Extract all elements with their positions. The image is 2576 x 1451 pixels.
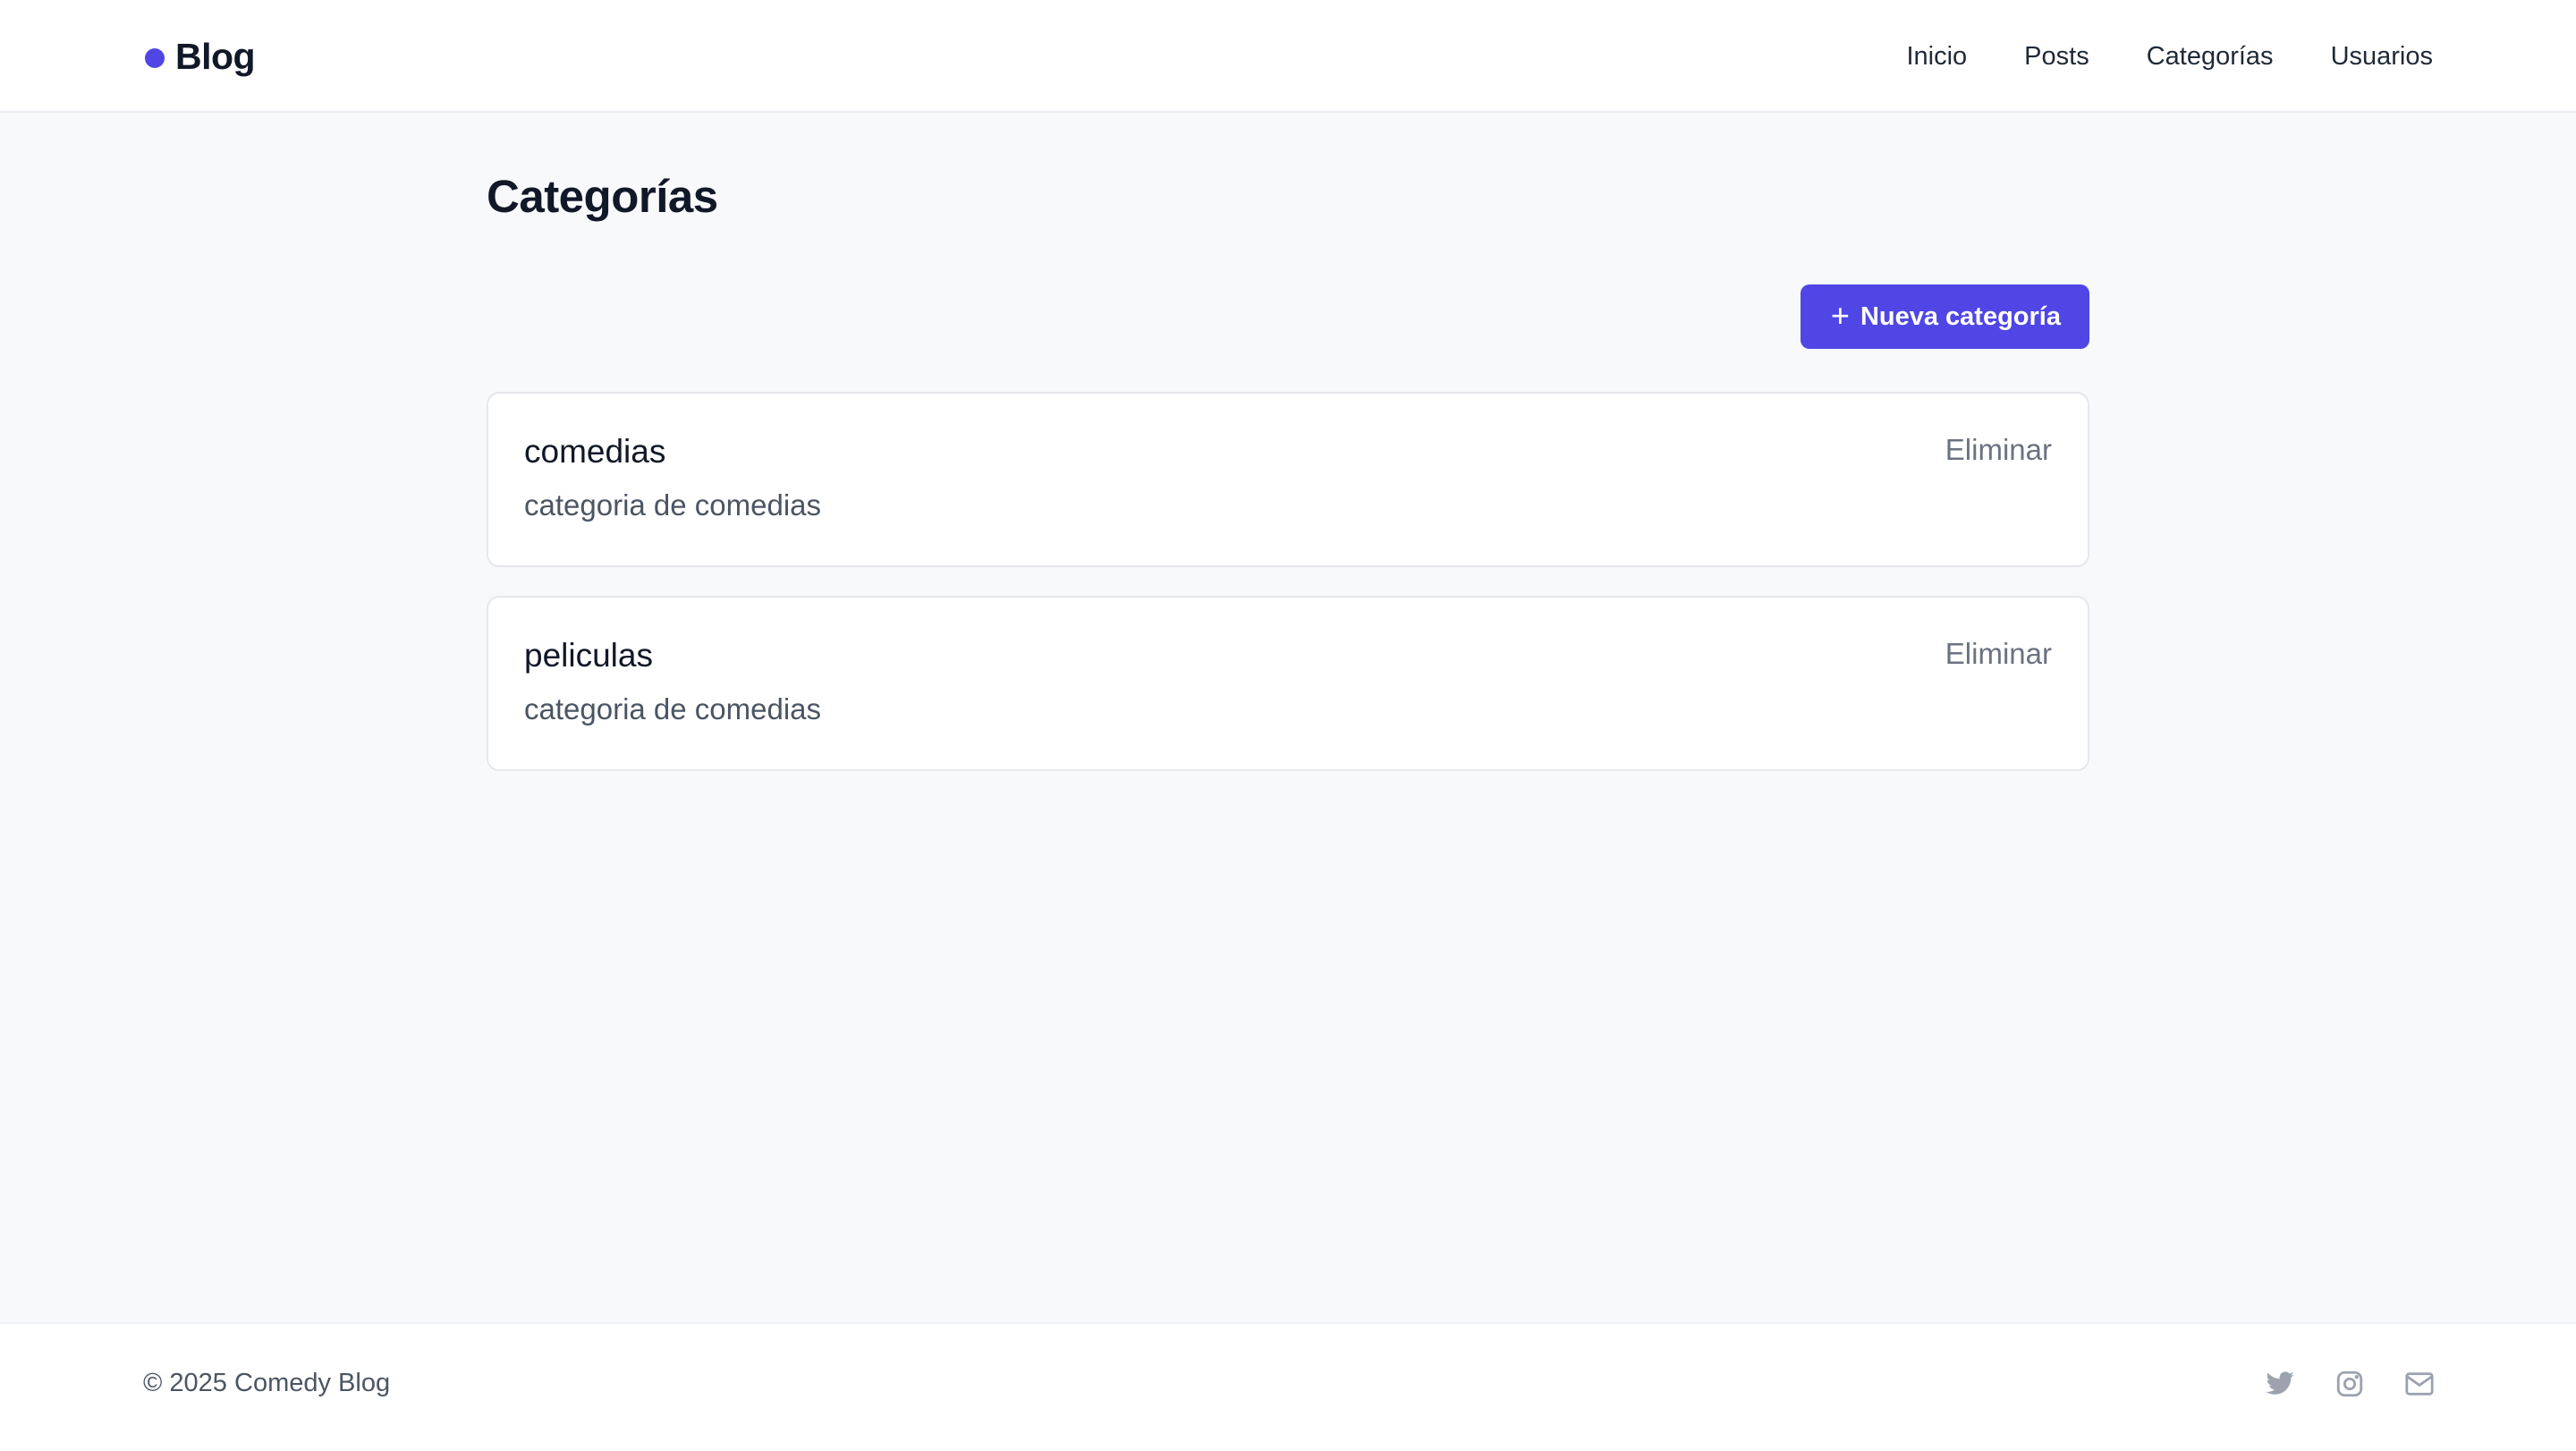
instagram-icon[interactable]	[2334, 1369, 2365, 1399]
page-title: Categorías	[487, 171, 718, 222]
brand[interactable]: Blog	[145, 0, 256, 113]
brand-name: Blog	[175, 35, 256, 77]
nav-link-usuarios[interactable]: Usuarios	[2331, 42, 2433, 72]
category-description: categoria de comedias	[524, 692, 822, 726]
twitter-icon[interactable]	[2265, 1369, 2295, 1399]
main-nav: Inicio Posts Categorías Usuarios	[1906, 0, 2433, 113]
site-header: Blog Inicio Posts Categorías Usuarios	[0, 0, 2576, 113]
mail-icon[interactable]	[2404, 1369, 2435, 1399]
new-category-label: Nueva categoría	[1860, 301, 2061, 331]
category-card: comedias categoria de comedias Eliminar	[487, 392, 2089, 567]
copyright-text: © 2025 Comedy Blog	[143, 1369, 391, 1397]
social-links	[2265, 1369, 2435, 1399]
delete-category-button[interactable]: Eliminar	[1945, 433, 2052, 467]
new-category-button[interactable]: + Nueva categoría	[1800, 284, 2089, 349]
category-description: categoria de comedias	[524, 488, 822, 522]
brand-dot-icon	[145, 48, 165, 68]
category-name: peliculas	[524, 637, 653, 674]
category-card: peliculas categoria de comedias Eliminar	[487, 596, 2089, 771]
site-footer: © 2025 Comedy Blog	[0, 1322, 2576, 1451]
category-name: comedias	[524, 433, 666, 470]
delete-category-button[interactable]: Eliminar	[1945, 637, 2052, 671]
nav-link-posts[interactable]: Posts	[2024, 42, 2089, 72]
plus-icon: +	[1830, 296, 1850, 334]
nav-link-inicio[interactable]: Inicio	[1906, 42, 1967, 72]
nav-link-categorias[interactable]: Categorías	[2147, 42, 2274, 72]
